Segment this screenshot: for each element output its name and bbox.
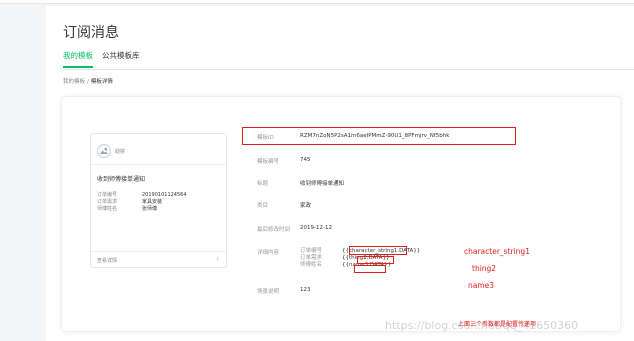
detail-key: 订单编号: [300, 248, 323, 254]
template-detail-panel: 助拼 收到师傅接单通知 订单编号 20190101124564 订单需求 家具安…: [61, 96, 621, 332]
field-label: 标题: [257, 181, 269, 187]
field-label: 最后修改时间: [257, 227, 291, 233]
card-field-key: 订单需求: [97, 199, 118, 205]
card-title: 收到师傅接单通知: [97, 176, 146, 183]
field-title: 标题 收到师傅接单通知: [257, 179, 344, 187]
breadcrumb-current: 模板详情: [90, 79, 113, 85]
field-label: 详细内容: [257, 250, 280, 256]
card-field-value: 家具安装: [142, 199, 163, 205]
detail-key: 订单需求: [300, 255, 323, 261]
category-value: 家政: [300, 203, 312, 209]
field-label: 场景说明: [257, 289, 280, 295]
card-field-key: 师傅姓名: [97, 206, 118, 212]
card-field-row: 师傅姓名 张师傅: [97, 206, 222, 213]
annotation-note-param-2: thing2: [472, 264, 497, 273]
detail-key: 师傅姓名: [300, 262, 323, 268]
field-scene-description: 场景说明 123: [257, 287, 311, 295]
breadcrumb: 我的模板 / 模板详情: [63, 77, 113, 85]
scene-description-value: 123: [300, 287, 311, 293]
field-label: 模板编号: [257, 159, 280, 165]
page-title: 订阅消息: [63, 25, 119, 41]
card-brand-name: 助拼: [115, 148, 126, 155]
annotation-note-param-3: name3: [468, 281, 495, 290]
card-header: 助拼: [97, 144, 125, 158]
tab-my-templates[interactable]: 我的模板: [63, 50, 93, 68]
view-details-label: 查看详情: [97, 258, 118, 264]
card-field-row: 订单需求 家具安装: [97, 199, 222, 206]
page-container: 订阅消息 我的模板 公共模板库 我的模板/模板详情 助拼 收到师傅接单通知: [46, 6, 634, 341]
field-template-number: 模板编号 745: [257, 157, 311, 165]
annotation-box-template-id: [242, 127, 516, 145]
chevron-right-icon: ›: [216, 255, 219, 263]
annotation-box-param-1: [349, 246, 407, 255]
breadcrumb-separator: /: [87, 79, 89, 85]
field-last-modified: 最后修改时间 2019-12-12: [257, 225, 332, 233]
tab-public-templates[interactable]: 公共模板库: [102, 50, 140, 66]
message-preview-card: 助拼 收到师傅接单通知 订单编号 20190101124564 订单需求 家具安…: [90, 133, 227, 268]
field-label: 类目: [257, 203, 269, 209]
card-field-value: 20190101124564: [142, 192, 187, 198]
mountain-sun-icon: [97, 144, 111, 158]
last-modified-value: 2019-12-12: [300, 225, 332, 231]
annotation-box-param-3: [354, 265, 386, 273]
card-field-key: 订单编号: [97, 192, 118, 198]
top-bar: [0, 0, 634, 4]
annotation-note-summary: 上面三个参数都是配置传递项: [458, 321, 537, 328]
card-field-row: 订单编号 20190101124564: [97, 192, 222, 199]
card-fields: 订单编号 20190101124564 订单需求 家具安装 师傅姓名 张师傅: [97, 192, 222, 213]
card-footer-link[interactable]: 查看详情 ›: [91, 251, 226, 267]
tab-bar: 我的模板 公共模板库: [63, 50, 634, 70]
template-number-value: 745: [300, 157, 311, 163]
annotation-box-param-2: [357, 256, 394, 264]
breadcrumb-parent-link[interactable]: 我的模板: [63, 79, 85, 85]
card-field-value: 张师傅: [142, 206, 158, 212]
annotation-note-param-1: character_string1: [464, 247, 530, 256]
title-value: 收到师傅接单通知: [300, 181, 345, 187]
card-divider: [91, 164, 226, 165]
field-category: 类目 家政: [257, 201, 311, 209]
